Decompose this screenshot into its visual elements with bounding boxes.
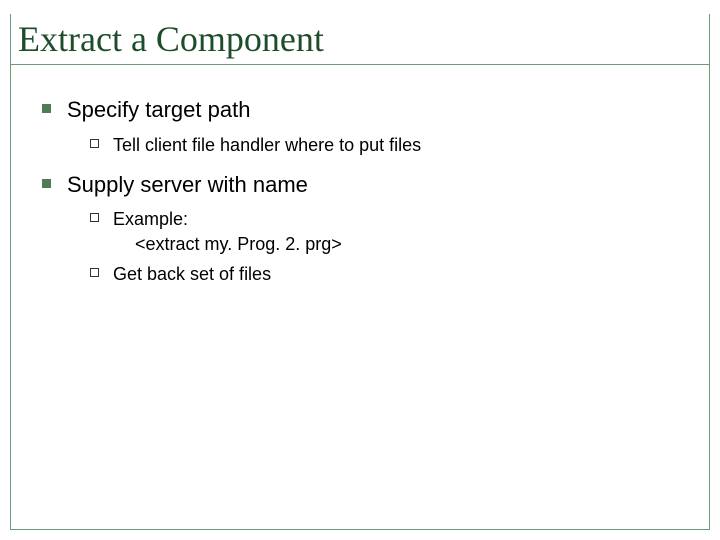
bullet-l2: Tell client file handler where to put fi… <box>90 133 690 157</box>
slide: Extract a Component Specify target path … <box>0 0 720 540</box>
square-bullet-icon <box>42 179 51 188</box>
slide-content: Specify target path Tell client file han… <box>42 96 690 292</box>
slide-title: Extract a Component <box>18 18 330 64</box>
bullet-l2-text: Tell client file handler where to put fi… <box>113 133 421 157</box>
bullet-l2-text: Get back set of files <box>113 262 271 286</box>
title-underline <box>10 64 710 65</box>
bullet-l1-text: Supply server with name <box>67 171 308 200</box>
bullet-l2: Example: <extract my. Prog. 2. prg> <box>90 207 690 256</box>
bullet-l1: Supply server with name <box>42 171 690 200</box>
example-code: <extract my. Prog. 2. prg> <box>113 232 342 256</box>
bullet-l2-text: Example: <extract my. Prog. 2. prg> <box>113 207 342 256</box>
bullet-l1: Specify target path <box>42 96 690 125</box>
bullet-l2: Get back set of files <box>90 262 690 286</box>
hollow-square-bullet-icon <box>90 139 99 148</box>
square-bullet-icon <box>42 104 51 113</box>
hollow-square-bullet-icon <box>90 268 99 277</box>
hollow-square-bullet-icon <box>90 213 99 222</box>
example-label: Example: <box>113 209 188 229</box>
bullet-l1-text: Specify target path <box>67 96 250 125</box>
